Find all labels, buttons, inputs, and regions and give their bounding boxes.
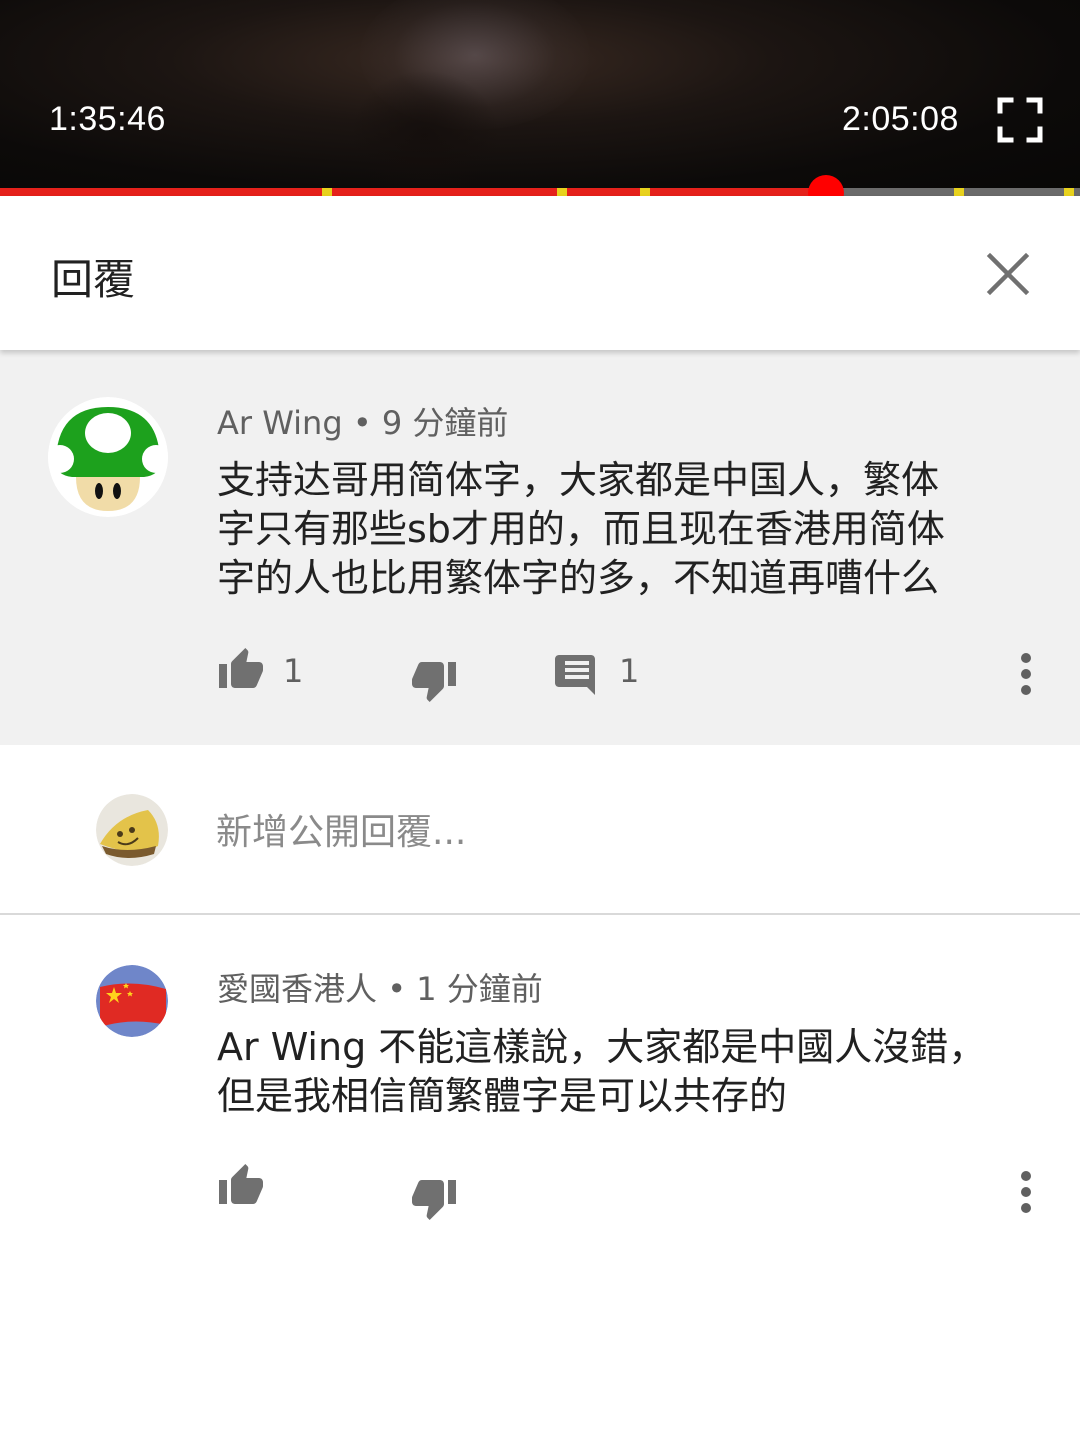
reply-text-line: Ar Wing 不能這樣說，大家都是中國人沒錯， — [217, 1025, 987, 1069]
user-avatar-icon — [96, 794, 168, 866]
dislike-button[interactable] — [410, 1178, 458, 1226]
progress-bar[interactable] — [0, 188, 1080, 196]
ad-marker — [640, 188, 650, 196]
reply-meta: 愛國香港人 • 1 分鐘前 — [217, 964, 543, 1010]
page-title: 回覆 — [51, 255, 136, 304]
reply-text-line: 但是我相信簡繁體字是可以共存的 — [217, 1074, 788, 1118]
avatar[interactable] — [48, 397, 168, 517]
comment-text: 支持达哥用简体字，大家都是中国人，繁体 字只有那些sb才用的，而且现在香港用简体… — [217, 456, 945, 603]
current-user-avatar — [96, 794, 168, 866]
reply-count: 1 — [619, 652, 640, 690]
reply-author[interactable]: 愛國香港人 — [217, 970, 377, 1008]
like-button[interactable] — [217, 1162, 265, 1210]
video-player[interactable]: 1:35:46 2:05:08 — [0, 0, 1080, 193]
more-options-button[interactable] — [1010, 1170, 1042, 1218]
comment-author[interactable]: Ar Wing — [217, 404, 343, 442]
ad-marker — [322, 188, 332, 196]
ad-marker — [954, 188, 964, 196]
comment-text-line: 字的人也比用繁体字的多，不知道再嘈什么 — [217, 556, 940, 600]
more-vert-icon — [1021, 1171, 1031, 1213]
dislike-button[interactable] — [410, 660, 458, 708]
like-button[interactable] — [217, 646, 265, 694]
replies-header: 回覆 — [0, 196, 1080, 350]
ad-marker — [1064, 188, 1074, 196]
ad-marker — [557, 188, 567, 196]
total-duration: 2:05:08 — [842, 100, 959, 138]
fullscreen-icon — [997, 97, 1043, 143]
comment-meta: Ar Wing • 9 分鐘前 — [217, 398, 508, 444]
comment-text-line: 支持达哥用简体字，大家都是中国人，繁体 — [217, 458, 940, 502]
close-button[interactable] — [984, 250, 1032, 298]
fullscreen-button[interactable] — [996, 96, 1044, 144]
thumbs-down-icon — [412, 662, 456, 702]
video-frame-shadow — [350, 70, 500, 193]
current-time: 1:35:46 — [49, 100, 166, 138]
comment-time: 9 分鐘前 — [381, 404, 509, 442]
meta-separator: • — [352, 404, 372, 442]
reply-text: Ar Wing 不能這樣說，大家都是中國人沒錯， 但是我相信簡繁體字是可以共存的 — [217, 1023, 986, 1121]
thumbs-up-icon — [219, 1164, 263, 1204]
avatar[interactable] — [96, 965, 168, 1037]
like-count: 1 — [283, 652, 304, 690]
divider — [0, 913, 1080, 915]
more-options-button[interactable] — [1010, 652, 1042, 700]
more-vert-icon — [1021, 653, 1031, 695]
comment-text-line: 字只有那些sb才用的，而且现在香港用简体 — [217, 507, 945, 551]
reply-button[interactable] — [555, 655, 599, 703]
progress-played — [0, 188, 826, 196]
reply-time: 1 分鐘前 — [416, 970, 543, 1008]
flag-avatar-icon — [96, 965, 168, 1037]
close-icon — [986, 252, 1030, 296]
meta-separator: • — [387, 970, 407, 1008]
thumbs-down-icon — [412, 1180, 456, 1220]
reply-input[interactable] — [216, 806, 1016, 858]
comment-icon — [555, 655, 595, 695]
mushroom-avatar-icon — [48, 397, 168, 517]
thumbs-up-icon — [219, 648, 263, 688]
